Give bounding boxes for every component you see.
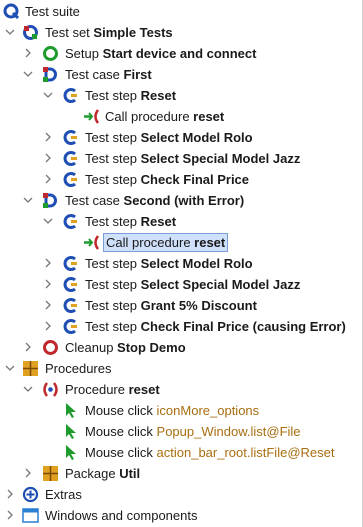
tree-node-type: Test step (85, 214, 141, 229)
tree-node-type: Mouse click (85, 445, 157, 460)
tree-node-type: Package (65, 466, 120, 481)
teststep-icon (62, 171, 79, 188)
tree-node-type: Test case (65, 67, 124, 82)
mouse-click-icon (64, 402, 81, 419)
chevron-right-icon[interactable] (43, 300, 53, 310)
tree-node-type: Mouse click (85, 424, 157, 439)
chevron-right-icon[interactable] (23, 342, 33, 352)
component-reference: action_bar_root.listFile@Reset (156, 445, 335, 460)
chevron-right-icon[interactable] (5, 510, 15, 520)
tree-node-type: Test case (65, 193, 124, 208)
teststep-icon (62, 129, 79, 146)
teststep-icon (62, 213, 79, 230)
tree-node-type: Mouse click (85, 403, 157, 418)
tree-node-name: Start device and connect (102, 46, 257, 61)
tree-node-type: Setup (65, 46, 103, 61)
chevron-right-icon[interactable] (43, 279, 53, 289)
tree-node-name: Grant 5% Discount (140, 298, 257, 313)
tree-node-type: Test step (85, 88, 141, 103)
component-reference: iconMore_options (156, 403, 260, 418)
testcase-icon (42, 66, 59, 83)
tree-node-name: First (123, 67, 152, 82)
tree-node-type: Test step (85, 130, 141, 145)
chevron-right-icon[interactable] (23, 468, 33, 478)
procedure-call-icon (83, 234, 100, 251)
tree-node-type: Test step (85, 298, 141, 313)
tree-node-label: Procedures (45, 361, 112, 376)
procedure-call-icon (83, 108, 100, 125)
chevron-right-icon[interactable] (43, 321, 53, 331)
tree-node-name: Check Final Price (causing Error) (140, 319, 346, 334)
extras-icon (22, 486, 39, 503)
testsuite-icon (3, 3, 20, 20)
tree-node-label: Test suite (25, 4, 80, 19)
chevron-down-icon[interactable] (43, 90, 53, 100)
tree-node-type: Test step (85, 277, 141, 292)
tree-node-type: Call procedure (105, 109, 194, 124)
testset-icon (22, 24, 39, 41)
component-reference: Popup_Window.list@File (156, 424, 301, 439)
tree-node-type: Test step (85, 172, 141, 187)
tree-node-name: reset (193, 109, 225, 124)
chevron-right-icon[interactable] (23, 48, 33, 58)
teststep-icon (62, 150, 79, 167)
package-icon (42, 465, 59, 482)
teststep-icon (62, 318, 79, 335)
chevron-right-icon[interactable] (43, 174, 53, 184)
tree-node-name: Reset (140, 88, 177, 103)
teststep-icon (62, 255, 79, 272)
tree-node-name: Check Final Price (140, 172, 250, 187)
chevron-right-icon[interactable] (43, 132, 53, 142)
procedures-folder-icon (22, 360, 39, 377)
chevron-right-icon[interactable] (43, 153, 53, 163)
teststep-icon (62, 87, 79, 104)
tree-node-name: Simple Tests (93, 25, 173, 40)
tree-node-type: Test step (85, 151, 141, 166)
testcase-icon (42, 192, 59, 209)
chevron-down-icon[interactable] (5, 363, 15, 373)
tree-node-label: Extras (45, 487, 82, 502)
selection-highlight[interactable]: Call procedure reset (103, 233, 229, 252)
chevron-down-icon[interactable] (43, 216, 53, 226)
test-suite-tree[interactable]: Test suite Test set Simple Tests Setup S… (0, 0, 363, 527)
tree-node-type: Test step (85, 319, 141, 334)
teststep-icon (62, 276, 79, 293)
tree-node-name: Select Model Rolo (140, 130, 253, 145)
tree-node-name: Stop Demo (117, 340, 186, 355)
tree-node-name: Select Special Model Jazz (140, 277, 301, 292)
tree-node-type: Call procedure (106, 235, 195, 250)
tree-node-name: reset (194, 235, 226, 250)
chevron-down-icon[interactable] (23, 195, 33, 205)
chevron-down-icon[interactable] (23, 384, 33, 394)
tree-node-name: Reset (140, 214, 177, 229)
tree-node-type: Test set (45, 25, 94, 40)
tree-node-type: Procedure (65, 382, 129, 397)
chevron-right-icon[interactable] (43, 258, 53, 268)
chevron-right-icon[interactable] (5, 489, 15, 499)
tree-node-type: Cleanup (65, 340, 118, 355)
cleanup-icon (42, 339, 59, 356)
tree-node-name: Util (119, 466, 141, 481)
tree-node-name: Second (with Error) (123, 193, 245, 208)
tree-node-name: Select Model Rolo (140, 256, 253, 271)
tree-node-label: Windows and components (45, 508, 198, 523)
teststep-icon (62, 297, 79, 314)
mouse-click-icon (64, 444, 81, 461)
tree-node-name: Select Special Model Jazz (140, 151, 301, 166)
tree-node-name: reset (128, 382, 160, 397)
chevron-down-icon[interactable] (5, 27, 15, 37)
tree-node-type: Test step (85, 256, 141, 271)
procedure-icon (42, 381, 59, 398)
chevron-down-icon[interactable] (23, 69, 33, 79)
setup-icon (42, 45, 59, 62)
windows-components-icon (22, 507, 39, 524)
mouse-click-icon (64, 423, 81, 440)
